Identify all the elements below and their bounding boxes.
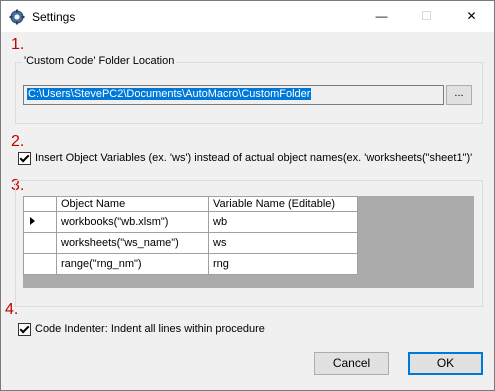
row-header[interactable]: [23, 232, 57, 254]
table-header-row: Object Name Variable Name (Editable): [23, 196, 358, 212]
variables-grid[interactable]: Object Name Variable Name (Editable) wor…: [23, 196, 474, 288]
gear-icon: [9, 9, 25, 25]
maximize-button[interactable]: ☐: [404, 1, 449, 32]
ok-button[interactable]: OK: [408, 352, 483, 375]
title-bar[interactable]: Settings — ☐ ✕: [1, 1, 494, 32]
column-header-object-name[interactable]: Object Name: [56, 196, 209, 212]
section-number-4: 4.: [5, 301, 19, 318]
variable-name-cell[interactable]: rng: [208, 253, 358, 275]
row-header[interactable]: [23, 211, 57, 233]
row-header[interactable]: [23, 253, 57, 275]
folder-location-legend: 'Custom Code' Folder Location: [22, 55, 177, 67]
minimize-button[interactable]: —: [359, 1, 404, 32]
insert-variables-checkbox[interactable]: [18, 152, 31, 165]
folder-path-input[interactable]: C:\Users\StevePC2\Documents\AutoMacro\Cu…: [23, 85, 444, 105]
current-row-arrow-icon: [30, 217, 35, 225]
column-header-variable-name[interactable]: Variable Name (Editable): [208, 196, 358, 212]
table-row[interactable]: range("rng_nm") rng: [23, 253, 358, 275]
object-name-cell: range("rng_nm"): [56, 253, 209, 275]
row-header-corner: [23, 196, 57, 212]
object-name-cell: workbooks("wb.xlsm"): [56, 211, 209, 233]
code-indenter-label: Code Indenter: Indent all lines within p…: [35, 323, 265, 335]
close-button[interactable]: ✕: [449, 1, 494, 32]
insert-variables-label: Insert Object Variables (ex. 'ws') inste…: [35, 152, 473, 164]
browse-button[interactable]: ...: [446, 85, 472, 105]
table-row[interactable]: workbooks("wb.xlsm") wb: [23, 211, 358, 233]
settings-window: Settings — ☐ ✕ 1. 'Custom Code' Folder L…: [0, 0, 495, 391]
object-name-cell: worksheets("ws_name"): [56, 232, 209, 254]
window-title: Settings: [32, 10, 76, 24]
table-row[interactable]: worksheets("ws_name") ws: [23, 232, 358, 254]
variables-table: Object Name Variable Name (Editable) wor…: [23, 196, 358, 275]
cancel-button[interactable]: Cancel: [314, 352, 389, 375]
variable-name-cell[interactable]: wb: [208, 211, 358, 233]
section-number-1: 1.: [11, 36, 25, 53]
section-number-2: 2.: [11, 133, 25, 150]
folder-path-text: C:\Users\StevePC2\Documents\AutoMacro\Cu…: [27, 88, 312, 100]
variable-name-cell[interactable]: ws: [208, 232, 358, 254]
code-indenter-checkbox[interactable]: [18, 323, 31, 336]
